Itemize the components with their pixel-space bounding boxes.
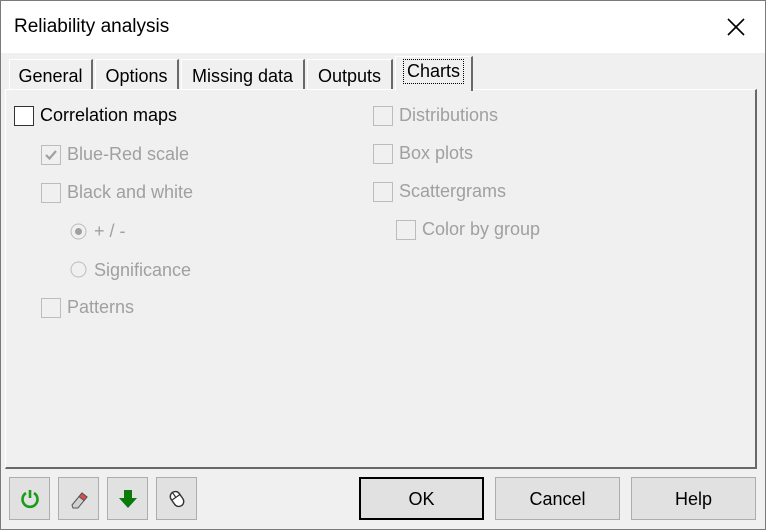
correlation-maps-checkbox[interactable] [14, 106, 34, 126]
black-and-white-label: Black and white [67, 182, 194, 202]
patterns-label: Patterns [67, 297, 135, 317]
reset-icon [20, 489, 39, 508]
tab-charts-label: Charts [402, 59, 465, 84]
correlation-maps-label: Correlation maps [40, 105, 178, 125]
tab-charts[interactable]: Charts [395, 56, 473, 91]
clear-button[interactable] [58, 477, 99, 520]
mouse-options-button[interactable] [156, 477, 197, 520]
help-button[interactable]: Help [631, 477, 756, 520]
scattergrams-checkbox[interactable] [373, 182, 393, 202]
download-arrow-icon [118, 489, 137, 508]
close-button[interactable] [707, 1, 765, 53]
mouse-icon [169, 490, 184, 507]
distributions-checkbox[interactable] [373, 106, 393, 126]
ok-button[interactable]: OK [359, 477, 484, 520]
blue-red-scale-checkbox[interactable] [41, 145, 61, 165]
charts-tab-panel: Correlation maps Blue-Red scale Black an… [5, 89, 757, 469]
close-icon [727, 18, 745, 36]
tab-general-label: General [18, 66, 83, 86]
tab-missing-data-label: Missing data [191, 66, 294, 86]
color-by-group-label: Color by group [422, 219, 541, 239]
tab-options[interactable]: Options [95, 59, 179, 89]
blue-red-scale-label: Blue-Red scale [67, 144, 190, 164]
eraser-icon [70, 491, 88, 508]
patterns-checkbox[interactable] [41, 298, 61, 318]
move-down-button[interactable] [107, 477, 148, 520]
cancel-button[interactable]: Cancel [495, 477, 620, 520]
color-by-group-checkbox[interactable] [396, 220, 416, 240]
window-title: Reliability analysis [14, 16, 170, 37]
scattergrams-label: Scattergrams [399, 181, 507, 201]
tab-options-label: Options [105, 66, 168, 86]
plus-minus-radio[interactable] [70, 223, 87, 240]
reset-button[interactable] [9, 477, 50, 520]
significance-radio[interactable] [70, 261, 87, 278]
reliability-analysis-dialog: Reliability analysis General Options Mis… [0, 0, 766, 530]
black-and-white-checkbox[interactable] [41, 183, 61, 203]
tab-general[interactable]: General [9, 59, 93, 89]
checkmark-icon [45, 150, 57, 161]
tab-outputs-label: Outputs [317, 66, 382, 86]
tab-outputs[interactable]: Outputs [307, 59, 393, 89]
box-plots-checkbox[interactable] [373, 144, 393, 164]
box-plots-label: Box plots [399, 143, 474, 163]
plus-minus-label: + / - [94, 221, 126, 241]
distributions-label: Distributions [399, 105, 499, 125]
tab-missing-data[interactable]: Missing data [181, 59, 305, 89]
significance-label: Significance [94, 260, 192, 280]
title-bar: Reliability analysis [1, 1, 765, 53]
